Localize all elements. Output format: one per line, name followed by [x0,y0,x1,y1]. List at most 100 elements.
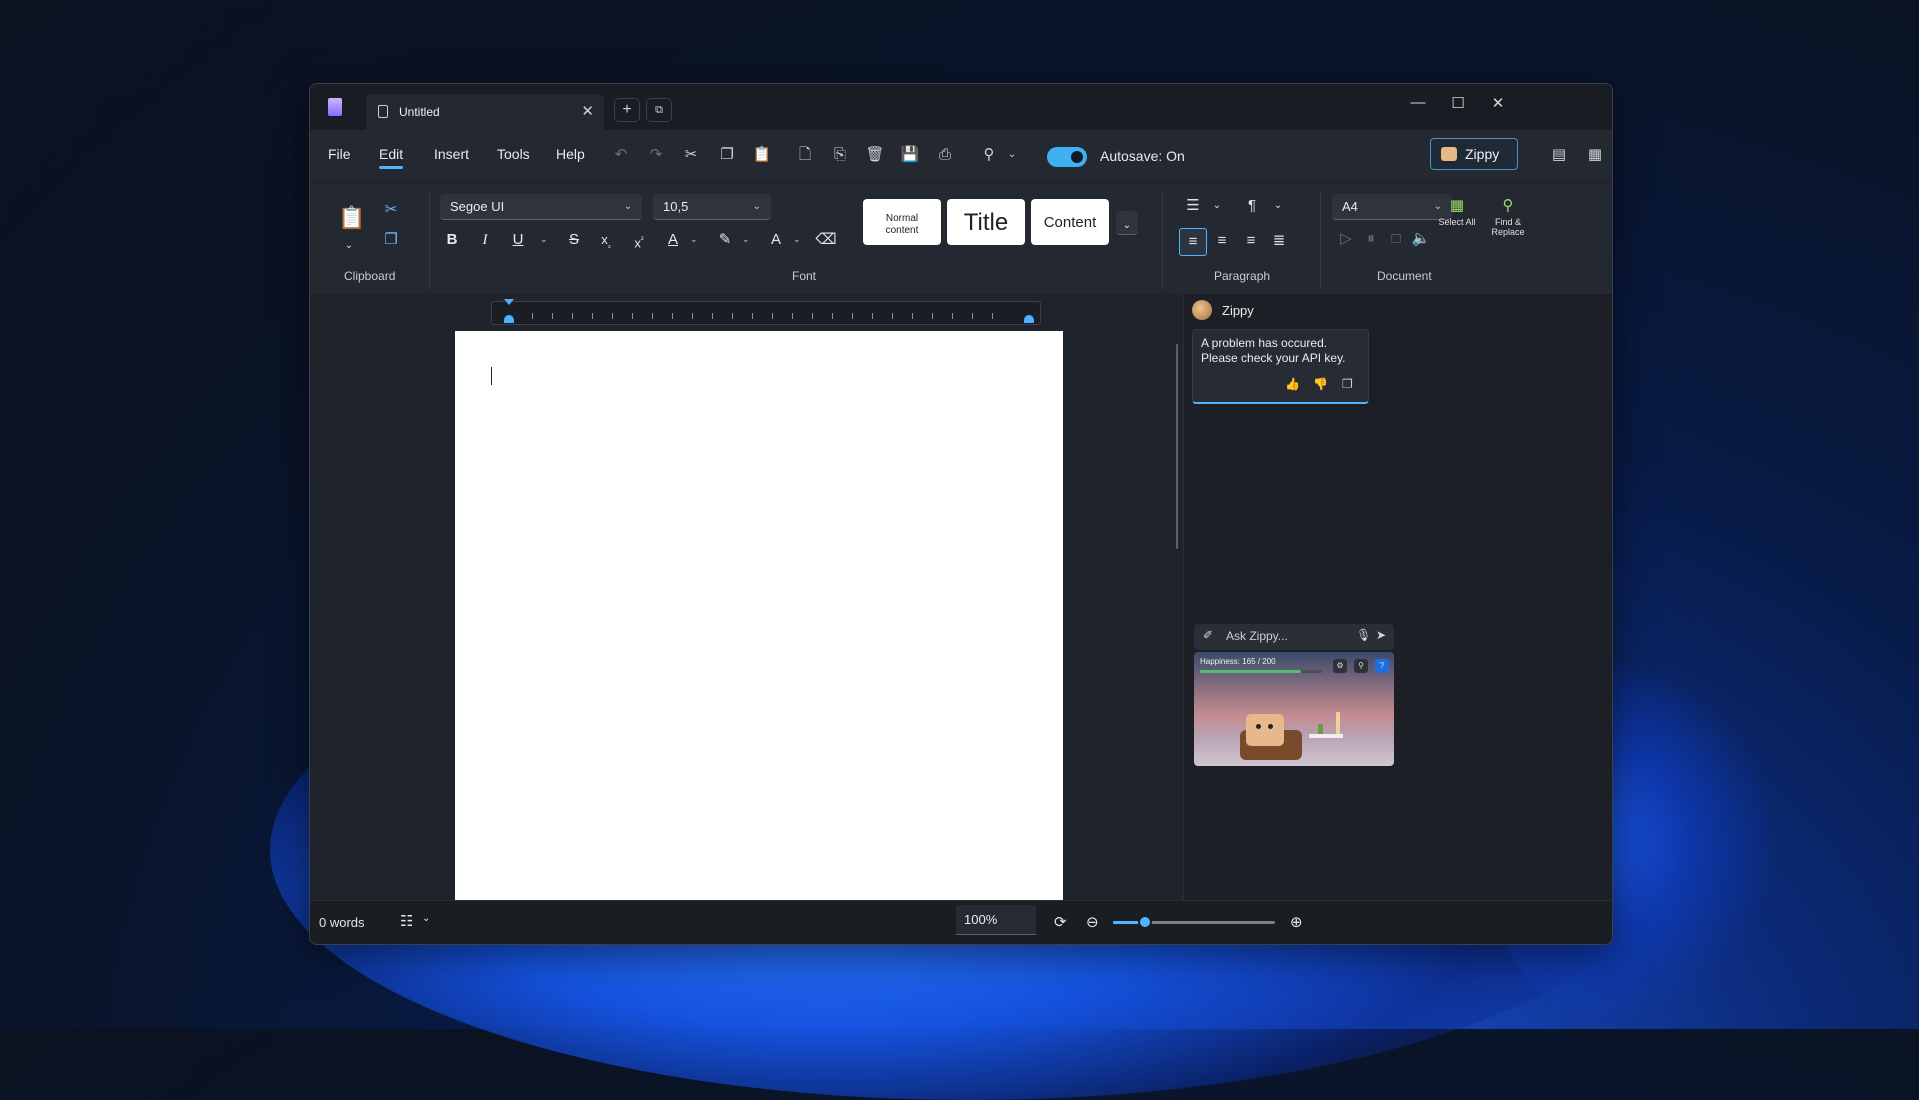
align-right-icon[interactable]: ≡ [1240,230,1262,252]
style-normal-content[interactable]: Normal content [863,199,941,245]
underline-chevron-icon[interactable]: ⌄ [540,234,548,245]
menu-file[interactable]: File [328,146,351,162]
bullet-list-chevron-icon[interactable]: ⌄ [1206,195,1228,217]
document-page[interactable] [455,331,1063,901]
thumbs-down-icon[interactable]: 👎 [1313,377,1328,391]
menu-tools[interactable]: Tools [497,146,530,162]
status-bar: 0 words ☷ ⌄ 100% ⟳ ⊖ ⊕ [310,900,1612,944]
play-icon[interactable]: ▷ [1335,228,1357,250]
paragraph-mark-icon[interactable]: ¶ [1241,195,1263,217]
view-panel-icon[interactable]: ▦ [1583,143,1607,167]
delete-icon[interactable]: 🗑 [863,143,887,167]
bullet-list-icon[interactable]: ☰ [1182,195,1204,217]
tab-close-icon[interactable]: ✕ [581,102,594,120]
close-window-button[interactable]: ✕ [1483,94,1513,112]
tab-actions-button[interactable]: ⧉ [646,98,672,122]
undo-icon[interactable]: ↶ [609,143,633,167]
ribbon-cut-icon[interactable]: ✂ [380,199,402,221]
superscript-icon[interactable]: x² [628,229,650,251]
cut-icon[interactable]: ✂ [679,143,703,167]
find-replace-label[interactable]: Find & Replace [1485,217,1531,237]
zoom-slider[interactable] [1113,915,1275,929]
list-view-chevron-icon[interactable]: ⌄ [422,913,430,924]
pet-settings-icon[interactable]: ⚙ [1333,659,1347,673]
horizontal-ruler[interactable] [491,299,1041,325]
vertical-scrollbar[interactable] [1176,344,1178,549]
pet-search-icon[interactable]: ⚲ [1354,659,1368,673]
read-aloud-icon[interactable]: 🔈 [1410,228,1432,250]
style-title[interactable]: Title [947,199,1025,245]
copy-message-icon[interactable]: ❐ [1342,377,1353,391]
font-color-icon[interactable]: A [662,229,684,251]
sweep-icon[interactable]: ✐ [1203,628,1213,642]
page-size-dropdown[interactable]: A4 ⌄ [1332,194,1452,220]
paste-options-chevron-icon[interactable]: ⌄ [338,235,360,257]
thumbs-up-icon[interactable]: 👍 [1285,377,1300,391]
autosave-toggle[interactable] [1047,147,1087,167]
open-document-icon[interactable]: ⎘ [828,143,852,167]
list-view-icon[interactable]: ☷ [400,912,413,930]
clear-formatting-icon[interactable]: ⌫ [815,229,837,251]
document-tab[interactable]: Untitled ✕ [366,94,604,130]
subscript-icon[interactable]: x₂ [595,229,617,251]
styles-more-button[interactable]: ⌄ [1116,211,1138,235]
reset-zoom-icon[interactable]: ⟳ [1054,913,1067,931]
select-all-icon[interactable]: ▦ [1446,195,1468,217]
pause-icon[interactable]: ⏸ [1360,228,1382,250]
first-line-indent-marker[interactable] [504,299,514,305]
search-options-chevron-icon[interactable]: ⌄ [1000,143,1024,167]
text-effects-icon[interactable]: A [765,229,787,251]
ribbon-divider [1320,191,1321,289]
align-center-icon[interactable]: ≡ [1211,230,1233,252]
paragraph-mark-chevron-icon[interactable]: ⌄ [1267,195,1289,217]
save-icon[interactable]: 💾 [898,143,922,167]
font-family-value: Segoe UI [450,199,505,214]
bold-icon[interactable]: B [441,229,463,251]
text-effects-chevron-icon[interactable]: ⌄ [793,234,801,245]
paste-large-icon[interactable]: 📋 [338,207,365,229]
print-icon[interactable]: ⎙ [933,143,957,167]
new-tab-button[interactable]: + [614,98,640,122]
zippy-pet-scene[interactable]: Happiness: 165 / 200 ⚙ ⚲ ? [1194,652,1394,766]
menu-bar: File Edit Insert Tools Help ↶ ↷ ✂ ❐ 📋 🗋 … [310,130,1612,182]
zippy-button[interactable]: Zippy [1430,138,1518,170]
ask-zippy-input[interactable]: ✐ Ask Zippy... 🎙 ➤ [1194,624,1394,650]
font-family-dropdown[interactable]: Segoe UI ⌄ [440,194,642,220]
find-replace-icon[interactable]: ⚲ [1497,195,1519,217]
redo-icon[interactable]: ↷ [644,143,668,167]
justify-icon[interactable]: ≣ [1268,230,1290,252]
underline-icon[interactable]: U [507,229,529,251]
left-indent-marker[interactable] [504,315,514,323]
zoom-input[interactable]: 100% [956,905,1036,935]
zoom-slider-knob[interactable] [1138,915,1153,929]
italic-icon[interactable]: I [474,229,496,251]
menu-edit[interactable]: Edit [379,146,404,169]
maximize-button[interactable]: ☐ [1443,94,1473,112]
font-size-dropdown[interactable]: 10,5 ⌄ [653,194,771,220]
menu-help[interactable]: Help [556,146,585,162]
ribbon-copy-icon[interactable]: ❐ [380,229,402,251]
zoom-in-icon[interactable]: ⊕ [1290,913,1303,931]
ribbon-divider [1162,191,1163,289]
stop-icon[interactable]: □ [1385,228,1407,250]
highlight-icon[interactable]: ✎ [714,229,736,251]
zoom-out-icon[interactable]: ⊖ [1086,913,1099,931]
style-content[interactable]: Content [1031,199,1109,245]
right-indent-marker[interactable] [1024,315,1034,323]
align-left-icon[interactable]: ≡ [1179,228,1207,256]
menu-insert[interactable]: Insert [434,146,469,162]
search-icon[interactable]: ⚲ [977,143,1001,167]
font-color-chevron-icon[interactable]: ⌄ [690,234,698,245]
document-info-icon[interactable]: ▤ [1547,143,1571,167]
new-document-icon[interactable]: 🗋 [793,143,817,167]
minimize-button[interactable]: — [1403,94,1433,111]
pet-help-icon[interactable]: ? [1375,659,1389,673]
highlight-chevron-icon[interactable]: ⌄ [742,234,750,245]
select-all-label[interactable]: Select All [1438,217,1476,227]
send-icon[interactable]: ➤ [1376,628,1386,642]
copy-icon[interactable]: ❐ [715,143,739,167]
microphone-icon[interactable]: 🎙 [1356,628,1371,642]
paste-icon[interactable]: 📋 [750,143,774,167]
strikethrough-icon[interactable]: S [563,229,585,251]
lamp [1336,712,1340,734]
